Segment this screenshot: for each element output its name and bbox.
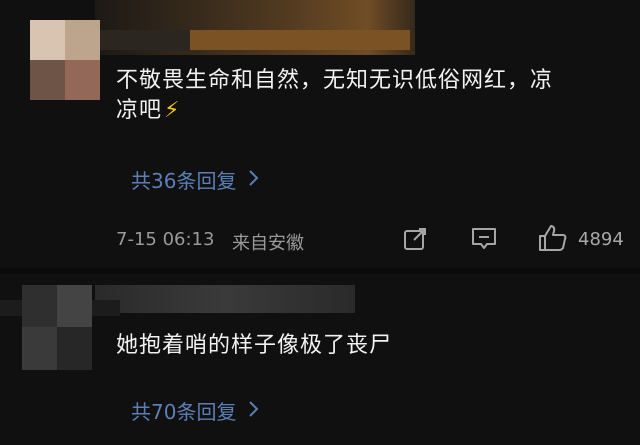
comment-time: 7-15 06:13 xyxy=(116,229,215,250)
pixel-block xyxy=(190,30,410,50)
comment-location: 来自安徽 xyxy=(232,233,304,254)
lightning-emoji-icon: ⚡ xyxy=(164,98,181,123)
pixelated-username xyxy=(95,285,355,313)
view-replies-link[interactable]: 共36条回复 xyxy=(131,165,260,194)
comment-icon[interactable] xyxy=(470,226,498,256)
share-icon[interactable] xyxy=(402,226,428,256)
comment-text-line2: 凉吧 xyxy=(116,98,163,123)
comment-text-line1: 不敬畏生命和自然，无知无识低俗网红，凉 xyxy=(116,68,554,93)
comment-text-line1: 她抱着哨的样子像极了丧尸 xyxy=(116,333,393,358)
chevron-right-icon xyxy=(248,168,260,192)
divider xyxy=(0,268,640,274)
like-count: 4894 xyxy=(578,229,624,250)
comment-text: 她抱着哨的样子像极了丧尸 xyxy=(116,331,616,361)
chevron-right-icon xyxy=(248,399,260,423)
comment-feed: 不敬畏生命和自然，无知无识低俗网红，凉 凉吧⚡ 共36条回复 7-15 06:1… xyxy=(0,0,640,445)
thumbs-up-icon[interactable] xyxy=(538,224,568,256)
avatar[interactable] xyxy=(30,20,100,100)
pixel-block xyxy=(95,30,190,50)
avatar[interactable] xyxy=(22,285,92,370)
view-replies-link[interactable]: 共70条回复 xyxy=(131,396,260,425)
replies-label: 共70条回复 xyxy=(131,400,237,424)
replies-label: 共36条回复 xyxy=(131,169,237,193)
comment-text: 不敬畏生命和自然，无知无识低俗网红，凉 凉吧⚡ xyxy=(116,66,636,126)
